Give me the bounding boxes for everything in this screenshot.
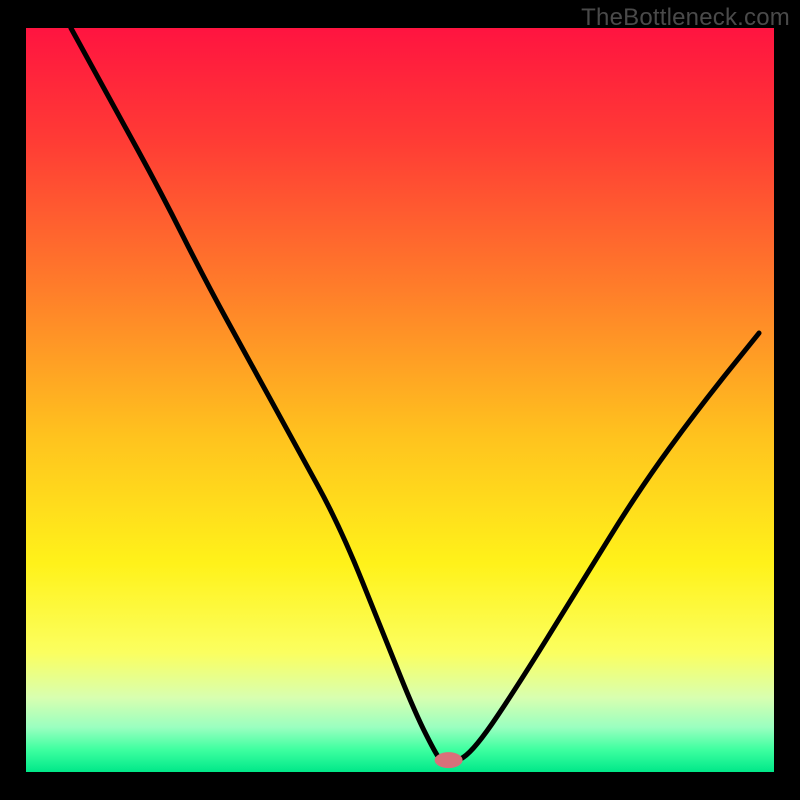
bottleneck-chart bbox=[0, 0, 800, 800]
plot-background bbox=[26, 28, 774, 772]
chart-frame: TheBottleneck.com bbox=[0, 0, 800, 800]
minimum-marker bbox=[435, 752, 463, 768]
watermark-text: TheBottleneck.com bbox=[581, 4, 790, 32]
